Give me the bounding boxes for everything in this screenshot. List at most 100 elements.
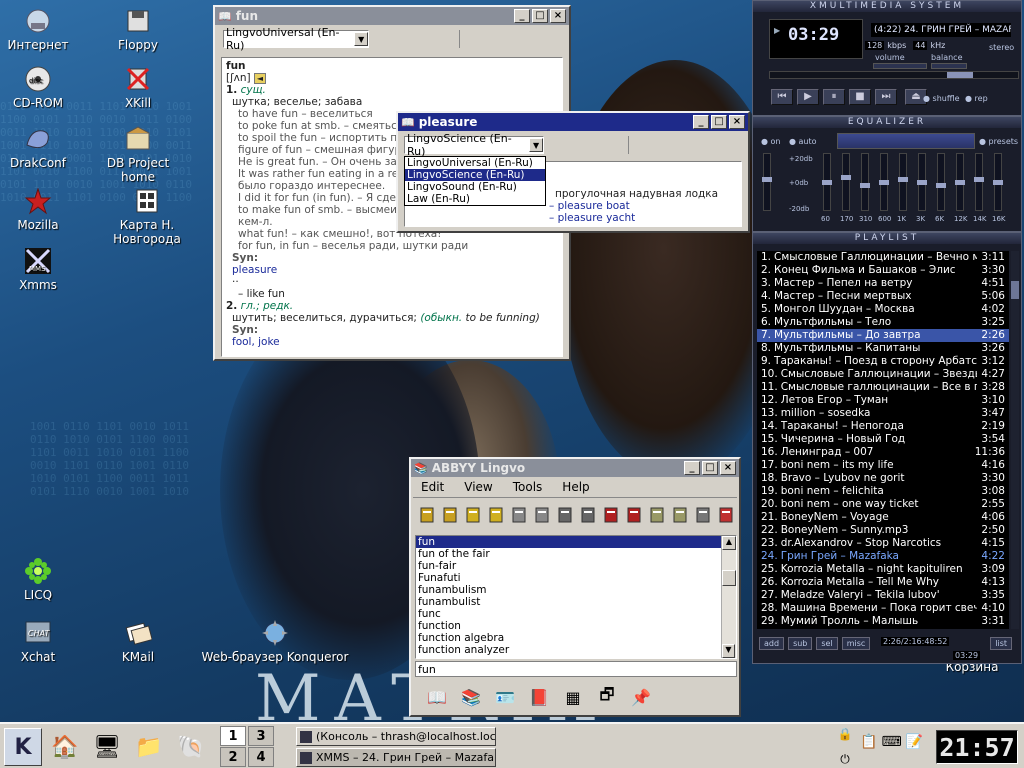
eq-presets-button[interactable]: ● presets [979, 137, 1018, 146]
play-icon[interactable]: ▶ [797, 89, 819, 105]
taskbar-task[interactable]: XMMS – 24. Грин Грей – Mazafaka [296, 748, 496, 767]
eq-on-toggle[interactable]: ● on [761, 137, 781, 146]
desktop-icon-db-project[interactable]: DB Project home [92, 124, 184, 184]
playlist-scrollbar[interactable] [1011, 251, 1019, 629]
shuffle-toggle[interactable]: ● shuffle [923, 94, 960, 103]
kde-menu-button[interactable]: K [4, 728, 42, 766]
playlist-row[interactable]: 6. Мультфильмы – Тело 3:25 [757, 316, 1009, 329]
menu-item-edit[interactable]: Edit [411, 480, 454, 494]
balance-slider[interactable] [931, 63, 967, 69]
maximize-button[interactable]: □ [711, 115, 727, 129]
playlist-sel-button[interactable]: sel [816, 637, 838, 650]
eq-slider-knob[interactable] [841, 175, 851, 180]
clock[interactable]: 21:57 [936, 730, 1018, 764]
eq-auto-toggle[interactable]: ● auto [789, 137, 817, 146]
open-book-icon[interactable]: 📖 [423, 684, 451, 710]
desktop-icon-mozilla[interactable]: Mozilla [0, 186, 84, 232]
volume-slider[interactable] [873, 63, 927, 69]
maximize-button[interactable]: □ [702, 461, 718, 475]
playlist-row[interactable]: 11.Смысловые галлюцинации – Все в пор...… [757, 381, 1009, 394]
user-card-icon[interactable]: 🪪 [491, 684, 519, 710]
pause-icon[interactable]: ⏸ [823, 89, 845, 105]
playlist-sub-button[interactable]: sub [788, 637, 813, 650]
eq-band-slider[interactable] [898, 153, 908, 211]
eq-slider-knob[interactable] [898, 177, 908, 182]
chevron-down-icon[interactable]: ▼ [529, 138, 543, 152]
power-icon[interactable]: ⏻ [840, 752, 850, 767]
tray-notes-icon[interactable]: 📝 [906, 734, 923, 750]
lingvo-window-titlebar[interactable]: 📚 ABBYY Lingvo _ □ × [411, 459, 739, 477]
close-button[interactable]: × [550, 9, 566, 23]
desktop-icon-drakconf[interactable]: DrakConf [0, 124, 84, 170]
close-button[interactable]: × [729, 115, 745, 129]
grid-icon[interactable]: ▦ [559, 684, 587, 710]
dictionary-toolbar-icon[interactable] [417, 504, 437, 526]
playlist-row[interactable]: 3. Мастер – Пепел на ветру 4:51 [757, 277, 1009, 290]
taskbar-task[interactable]: (Консоль – thrash@localhost.localdo [296, 727, 496, 746]
desktop-icon-floppy[interactable]: Floppy [92, 6, 184, 52]
eq-band-slider[interactable] [974, 153, 984, 211]
dropdown-option[interactable]: Law (En-Ru) [405, 193, 545, 205]
synonym-link[interactable]: pleasure [226, 264, 558, 276]
dictionary-toolbar-icon[interactable] [670, 504, 690, 526]
eq-slider-knob[interactable] [936, 183, 946, 188]
minimize-button[interactable]: _ [684, 461, 700, 475]
playlist-row[interactable]: 17. boni nem – its my life 4:16 [757, 459, 1009, 472]
eq-slider-knob[interactable] [993, 180, 1003, 185]
bookshelf-icon[interactable]: 📕 [525, 684, 553, 710]
playlist-row[interactable]: 19. boni nem – felichita 3:08 [757, 485, 1009, 498]
playlist-row[interactable]: 21. BoneyNem – Voyage 4:06 [757, 511, 1009, 524]
eq-slider-knob[interactable] [762, 177, 772, 182]
dropdown-option[interactable]: LingvoUniversal (En-Ru) [405, 157, 545, 169]
scroll-up-icon[interactable]: ▲ [722, 536, 736, 550]
dictionary-toolbar-icon[interactable] [532, 504, 552, 526]
dictionary-toolbar-icon[interactable] [578, 504, 598, 526]
quicklaunch-konsole[interactable]: 🐚 [172, 728, 210, 766]
quicklaunch-control-center[interactable]: 🖥 [88, 728, 126, 766]
pager-desktop-3[interactable]: 3 [248, 726, 274, 746]
seek-knob[interactable] [947, 72, 973, 78]
dictionary-toolbar-icon[interactable] [486, 504, 506, 526]
menu-item-tools[interactable]: Tools [503, 480, 553, 494]
playlist-row[interactable]: 14. Тараканы! – Непогода 2:19 [757, 420, 1009, 433]
desktop-icon-map[interactable]: Карта Н. Новгорода [92, 186, 202, 246]
playlist-row[interactable]: 13. million – sosedka 3:47 [757, 407, 1009, 420]
word-list-item[interactable]: function [416, 620, 722, 632]
eq-band-slider[interactable] [879, 153, 889, 211]
word-list-item[interactable]: fun of the fair [416, 548, 722, 560]
dictionary-toolbar-icon[interactable] [440, 504, 460, 526]
desktop-icon-xchat[interactable]: CHAT Xchat [0, 618, 84, 664]
menu-item-view[interactable]: View [454, 480, 502, 494]
equalizer-titlebar[interactable]: EQUALIZER [753, 117, 1021, 128]
playlist-row[interactable]: 26. Korrozia Metalla – Tell Me Why 4:13 [757, 576, 1009, 589]
eq-band-slider[interactable] [860, 153, 870, 211]
dictionary-toolbar-icon[interactable] [463, 504, 483, 526]
eq-preamp-slider[interactable] [762, 153, 772, 211]
playlist-row[interactable]: 1.Смысловые Галлюцинации – Вечно мол...3… [757, 251, 1009, 264]
playlist-scroll-thumb[interactable] [1011, 281, 1019, 299]
eq-band-slider[interactable] [993, 153, 1003, 211]
stop-icon[interactable]: ■ [849, 89, 871, 105]
dictionary-toolbar-icon[interactable] [647, 504, 667, 526]
speaker-icon[interactable]: ◄ [253, 73, 266, 84]
word-list-item[interactable]: func [416, 608, 722, 620]
eq-slider-knob[interactable] [822, 180, 832, 185]
pin-icon[interactable]: 📌 [627, 684, 655, 710]
tray-keyboard-icon[interactable]: ⌨ [881, 734, 901, 750]
eq-slider-knob[interactable] [917, 180, 927, 185]
playlist-row[interactable]: 18. Bravo – Lyubov ne gorit 3:30 [757, 472, 1009, 485]
desktop-icon-xmms[interactable]: MMS Xmms [0, 246, 84, 292]
search-input[interactable] [415, 661, 737, 677]
playlist-row[interactable]: 4. Мастер – Песни мертвых 5:06 [757, 290, 1009, 303]
dictionary-toolbar-icon[interactable] [624, 504, 644, 526]
previous-icon[interactable]: ⏮ [771, 89, 793, 105]
playlist-row[interactable]: 2. Конец Фильма и Башаков – Элис 3:30 [757, 264, 1009, 277]
word-list-item[interactable]: function algebra [416, 632, 722, 644]
quicklaunch-home[interactable]: 🏠 [46, 728, 84, 766]
maximize-button[interactable]: □ [532, 9, 548, 23]
eq-slider-knob[interactable] [860, 183, 870, 188]
eq-band-slider[interactable] [841, 153, 851, 211]
playlist-row[interactable]: 12. Летов Егор – Туман 3:10 [757, 394, 1009, 407]
pleasure-window-titlebar[interactable]: 📖 pleasure _ □ × [398, 113, 748, 131]
desktop-icon-licq[interactable]: LICQ [0, 556, 84, 602]
